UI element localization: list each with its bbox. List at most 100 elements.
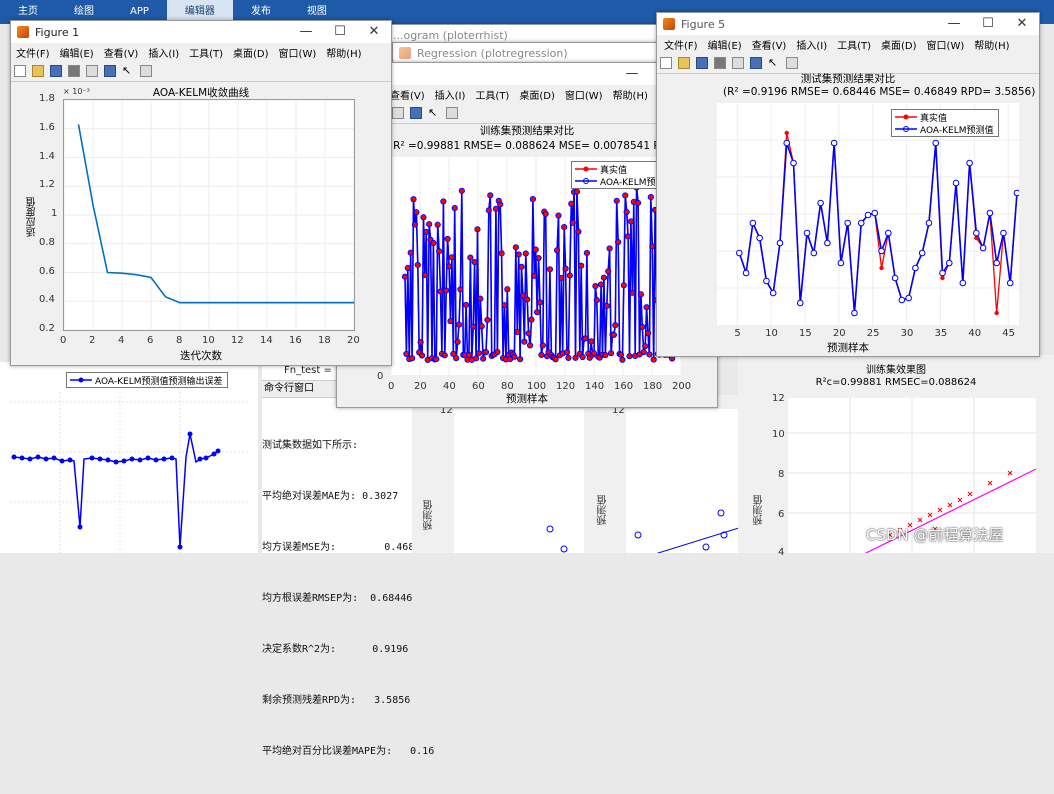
menu-help[interactable]: 帮助(H) [969,37,1014,52]
close-button[interactable]: ✕ [1005,13,1039,35]
menu-tools[interactable]: 工具(T) [832,37,876,52]
predicted-value-point [939,269,946,277]
new-figure-icon[interactable] [14,65,26,77]
print-icon[interactable] [68,65,80,77]
maximize-button[interactable]: ☐ [323,21,357,43]
close-button[interactable]: ✕ [357,21,391,43]
predicted-value-point [783,139,791,147]
true-value-point [784,130,789,136]
menu-window[interactable]: 窗口(W) [560,87,608,102]
minimize-button[interactable]: — [289,21,323,43]
x-tick-label: 12 [231,335,244,346]
x-tick-label: 8 [176,335,183,346]
predicted-value-line [404,187,675,362]
link-icon[interactable] [732,57,744,69]
menu-insert[interactable]: 插入(I) [143,45,184,60]
x-tick-label: 25 [866,328,880,339]
x-tick-label: 5 [734,328,741,339]
print-icon[interactable] [714,57,726,69]
pointer-icon[interactable]: ↖ [428,107,440,119]
predicted-value-point [749,219,757,227]
figure1-window[interactable]: Figure 1 — ☐ ✕ 文件(F) 编辑(E) 查看(V) 插入(I) 工具(… [10,20,392,366]
y-tick-label: 0.6 [39,265,55,277]
menu-window[interactable]: 窗口(W) [922,37,970,52]
pointer-icon[interactable]: ↖ [122,65,134,77]
cmd-line: 平均绝对百分比误差MAPE为: 0.16 [262,746,435,757]
predicted-value-point [973,229,980,237]
predicted-value-point [932,139,940,147]
menu-tools[interactable]: 工具(T) [470,87,514,102]
menu-desktop[interactable]: 桌面(D) [876,37,922,52]
cmd-line: 均方根误差RMSEP为: 0.68446 [262,593,413,604]
link-icon[interactable] [86,65,98,77]
predicted-value-point [1013,189,1021,197]
error-figure: AOA-KELM预测值预测输出误差 [0,362,258,553]
menu-help[interactable]: 帮助(H) [321,45,366,60]
open-icon[interactable] [32,65,44,77]
predicted-value-point [817,199,824,207]
fig1-xlabel: 迭代次数 [180,350,222,362]
figure1-titlebar[interactable]: Figure 1 — ☐ ✕ [11,21,391,43]
menu-tools[interactable]: 工具(T) [184,45,228,60]
predicted-value-point [763,277,770,285]
save-icon[interactable] [696,57,708,69]
new-figure-icon[interactable] [660,57,672,69]
predicted-value-point [952,179,960,187]
predicted-value-point [979,244,987,252]
predicted-value-point [742,269,750,277]
pointer-icon[interactable]: ↖ [768,57,780,69]
property-editor-icon[interactable] [786,57,798,69]
menu-edit[interactable]: 编辑(E) [55,45,99,60]
y-tick-label: 1.4 [39,150,55,162]
minimize-button[interactable]: — [615,63,649,85]
predicted-value-point [796,299,804,307]
x-tick-label: 2 [89,335,96,346]
predicted-value-point [851,309,858,317]
insert-colorbar-icon[interactable] [104,65,116,77]
open-icon[interactable] [678,57,690,69]
menu-insert[interactable]: 插入(I) [791,37,832,52]
menu-view[interactable]: 查看(V) [99,45,144,60]
menu-file[interactable]: 文件(F) [11,45,55,60]
save-icon[interactable] [50,65,62,77]
predicted-value-point [966,159,973,167]
property-editor-icon[interactable] [140,65,152,77]
menu-edit[interactable]: 编辑(E) [703,37,747,52]
predicted-value-point [1000,229,1007,237]
minimize-button[interactable]: — [937,13,971,35]
insert-colorbar-icon[interactable] [750,57,762,69]
predicted-value-point [898,296,906,304]
tool-icon[interactable] [392,107,404,119]
predicted-value-point [864,211,872,219]
predicted-value-point [925,219,933,227]
scatter-ytick: 12 [772,393,785,404]
menu-help[interactable]: 帮助(H) [608,87,653,102]
x-tick-label: 10 [765,328,778,339]
train-scatter-metrics: R²c=0.99881 RMSEC=0.088624 [815,377,977,388]
x-tick-label: 18 [318,335,331,346]
tool-icon[interactable] [410,107,422,119]
figure1-title: Figure 1 [35,25,80,39]
menu-desktop[interactable]: 桌面(D) [514,87,560,102]
true-value-point [940,275,945,281]
figure5-titlebar[interactable]: Figure 5 — ☐ ✕ [657,13,1039,35]
predicted-value-point [830,139,838,147]
plotregression-window[interactable]: Regression (plotregression) [392,42,664,64]
scatter-ytick: 6 [778,509,785,520]
true-value-point [974,235,979,241]
regression-panels: 12 预测值 12 预测值 [412,395,743,564]
predicted-value-point [736,249,743,257]
menu-file[interactable]: 文件(F) [659,37,703,52]
tool-icon[interactable] [446,107,458,119]
menu-insert[interactable]: 插入(I) [430,87,471,102]
predicted-value-point [837,259,845,267]
menu-window[interactable]: 窗口(W) [274,45,322,60]
y-tick-label: 1.8 [39,93,55,104]
maximize-button[interactable]: ☐ [971,13,1005,35]
figure5-window[interactable]: Figure 5 — ☐ ✕ 文件(F) 编辑(E) 查看(V) 插入(I) 工具(… [656,12,1040,357]
ploterrhist-title: ...ogram (ploterrhist) [393,28,508,42]
menu-desktop[interactable]: 桌面(D) [228,45,274,60]
error-line-plot [10,392,250,553]
predicted-value-point [986,209,994,217]
menu-view[interactable]: 查看(V) [747,37,792,52]
